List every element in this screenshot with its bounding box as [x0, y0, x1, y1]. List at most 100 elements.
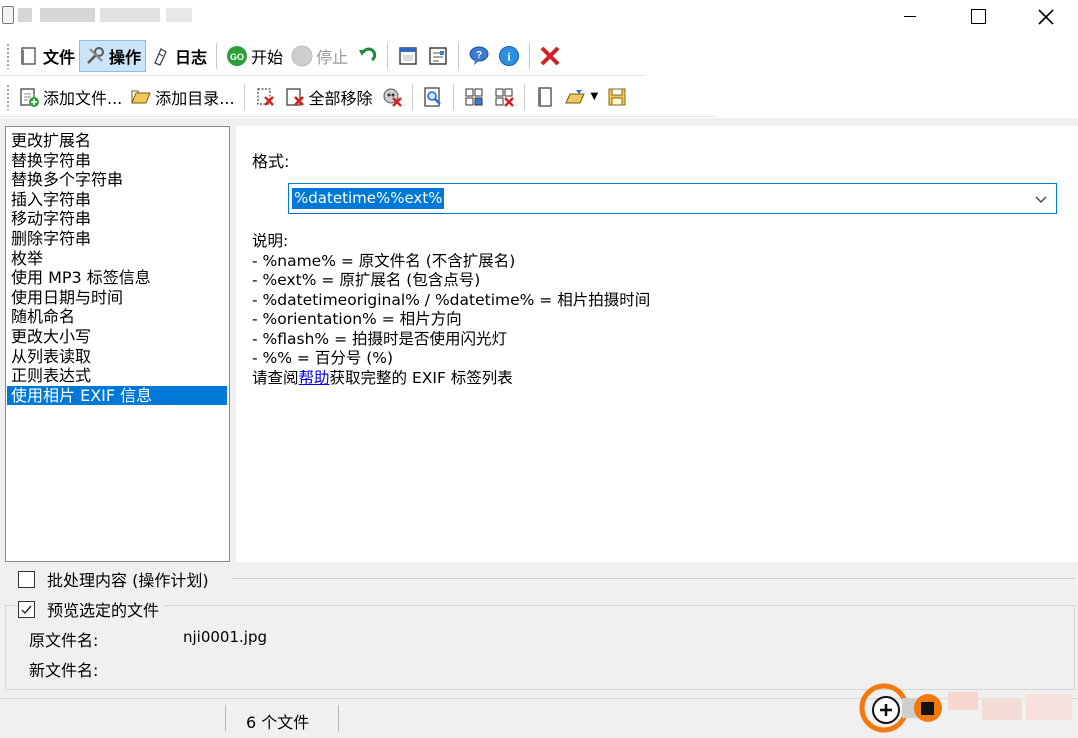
- layout-button[interactable]: [459, 81, 489, 113]
- description-line: - %name% = 原文件名 (不含扩展名): [252, 251, 516, 270]
- help-hint: 请查阅帮助获取完整的 EXIF 标签列表: [252, 369, 650, 389]
- batch-checkbox-row[interactable]: 批处理内容 (操作计划): [18, 567, 209, 591]
- toolbar-separator: [411, 83, 413, 110]
- window-title-obscured: [166, 8, 192, 22]
- format-description: 说明: - %name% = 原文件名 (不含扩展名) - %ext% = 原扩…: [252, 232, 650, 388]
- operation-item[interactable]: 更改大小写: [7, 327, 227, 347]
- operation-item[interactable]: 使用相片 EXIF 信息: [7, 385, 227, 406]
- main-toolbar: 文件 操作 日志 GO 开始 停止 ? i: [0, 36, 646, 76]
- checkmark-icon: [21, 605, 32, 614]
- toolbar-separator: [243, 83, 245, 110]
- operation-item[interactable]: 随机命名: [7, 307, 227, 327]
- window-title-obscured: [100, 8, 160, 22]
- close-icon: [1038, 8, 1054, 25]
- chevron-down-icon[interactable]: ▼: [591, 91, 599, 102]
- file-toggle-button[interactable]: 文件: [14, 40, 79, 72]
- stop-label: 停止: [316, 47, 349, 67]
- actions-toggle-button[interactable]: 操作: [79, 39, 147, 72]
- preview-checkbox[interactable]: [18, 600, 35, 618]
- remove-selected-button[interactable]: [250, 81, 280, 113]
- help-suffix: 获取完整的 EXIF 标签列表: [329, 368, 513, 387]
- help-prefix: 请查阅: [252, 368, 299, 387]
- window-title-obscured: [18, 8, 32, 22]
- format-combobox[interactable]: %datetime%%ext%: [288, 183, 1057, 214]
- operation-item[interactable]: 更改扩展名: [7, 131, 227, 151]
- add-file-icon: [18, 86, 40, 108]
- actions-label: 操作: [109, 47, 142, 67]
- operation-list[interactable]: 更改扩展名 替换字符串 替换多个字符串 插入字符串 移动字符串 删除字符串 枚举 使用 MP3…: [5, 126, 230, 562]
- close-window-button[interactable]: [1012, 0, 1078, 33]
- file-label: 文件: [43, 47, 76, 67]
- open-list-button[interactable]: ▼: [560, 81, 603, 113]
- original-name-value: nji0001.jpg: [183, 628, 267, 646]
- undo-icon: [356, 45, 378, 67]
- file-icon: [18, 45, 40, 67]
- start-button[interactable]: GO 开始: [222, 40, 287, 72]
- description-line: - %orientation% = 相片方向: [252, 310, 462, 328]
- clear-list-button[interactable]: [489, 81, 519, 113]
- add-folder-button[interactable]: 添加目录...: [126, 81, 238, 113]
- status-separator: [225, 705, 226, 731]
- app-icon: [2, 6, 14, 24]
- save-icon: [606, 86, 628, 108]
- operation-item[interactable]: 正则表达式: [7, 366, 227, 386]
- operation-item[interactable]: 从列表读取: [7, 347, 227, 367]
- operation-item[interactable]: 替换字符串: [7, 151, 227, 171]
- format-input-value[interactable]: %datetime%%ext%: [292, 188, 445, 209]
- log-toggle-button[interactable]: 日志: [146, 40, 211, 72]
- batch-checkbox[interactable]: [18, 570, 35, 588]
- remove-file-icon: [254, 86, 276, 108]
- title-bar: [0, 0, 1078, 33]
- toolbar-separator: [523, 83, 525, 110]
- toolbar-separator: [216, 42, 218, 69]
- start-label: 开始: [251, 47, 284, 67]
- minimize-button[interactable]: [876, 0, 944, 33]
- go-icon: GO: [226, 45, 248, 67]
- exit-button[interactable]: [535, 40, 565, 72]
- help-icon: ?: [468, 45, 490, 67]
- toolbar-separator: [452, 83, 454, 110]
- remove-all-label: 全部移除: [308, 88, 373, 108]
- add-folder-icon: [130, 86, 152, 108]
- operation-item[interactable]: 使用日期与时间: [7, 288, 227, 308]
- remove-broken-button[interactable]: [377, 81, 407, 113]
- remove-all-icon: [284, 86, 306, 108]
- document-icon: [534, 86, 556, 108]
- description-line: - %ext% = 原扩展名 (包含点号): [252, 271, 481, 289]
- help-link[interactable]: 帮助: [299, 369, 330, 387]
- toolbar-grip[interactable]: [6, 83, 10, 110]
- save-list-button[interactable]: [602, 81, 632, 113]
- stop-button[interactable]: 停止: [287, 40, 352, 72]
- help-button[interactable]: ?: [464, 40, 494, 72]
- operation-item[interactable]: 移动字符串: [7, 209, 227, 229]
- magnifier-icon: [422, 86, 444, 108]
- window-button[interactable]: [393, 40, 423, 72]
- divider: [232, 578, 1075, 579]
- info-button[interactable]: i: [494, 40, 524, 72]
- add-files-button[interactable]: 添加文件...: [14, 81, 126, 113]
- operation-item[interactable]: 使用 MP3 标签信息: [7, 268, 227, 288]
- undo-button[interactable]: [352, 40, 382, 72]
- toolbar-grip[interactable]: [6, 42, 10, 69]
- preview-checkbox-row[interactable]: 预览选定的文件: [18, 597, 164, 621]
- svg-text:GO: GO: [230, 52, 244, 62]
- operation-item[interactable]: 删除字符串: [7, 229, 227, 249]
- toolbar-separator: [458, 42, 460, 69]
- tools-icon: [84, 45, 106, 67]
- remove-all-button[interactable]: 全部移除: [280, 81, 377, 113]
- files-toolbar: 添加文件... 添加目录... 全部移除 ▼: [0, 77, 716, 117]
- description-line: - %% = 百分号 (%): [252, 349, 394, 367]
- operation-item[interactable]: 替换多个字符串: [7, 170, 227, 190]
- preview-button[interactable]: [418, 81, 448, 113]
- log-icon: [150, 45, 172, 67]
- settings-button[interactable]: [423, 40, 453, 72]
- format-label: 格式:: [252, 152, 290, 171]
- chevron-down-icon[interactable]: [1034, 192, 1048, 210]
- status-separator: [338, 705, 339, 731]
- operation-item[interactable]: 插入字符串: [7, 190, 227, 210]
- open-folder-icon: [564, 86, 586, 108]
- toolbar-separator: [387, 42, 389, 69]
- maximize-button[interactable]: [944, 0, 1012, 33]
- operation-item[interactable]: 枚举: [7, 249, 227, 269]
- new-list-button[interactable]: [530, 81, 560, 113]
